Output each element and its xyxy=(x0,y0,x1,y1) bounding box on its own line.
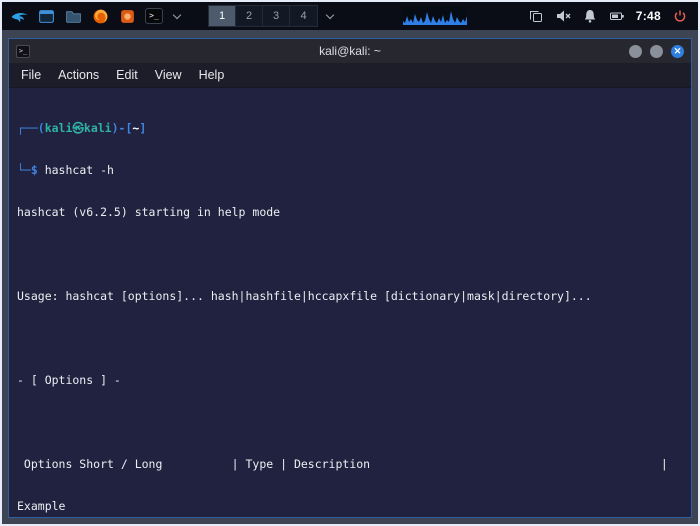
prompt-command: hashcat -h xyxy=(37,163,114,177)
window-controls: ✕ xyxy=(629,44,684,58)
prompt-user: kali㉿kali xyxy=(44,121,112,135)
cpu-graph-widget[interactable] xyxy=(403,6,467,26)
menu-view[interactable]: View xyxy=(155,68,182,82)
terminal-line: hashcat (v6.2.5) starting in help mode xyxy=(17,205,281,219)
workspace-3[interactable]: 3 xyxy=(263,6,290,26)
menu-actions[interactable]: Actions xyxy=(58,68,99,82)
app-orange-launcher[interactable] xyxy=(116,5,138,27)
desktop: >_ 1 2 3 4 7:48 >_ kali@kali: ~ ✕ File A… xyxy=(0,0,700,526)
prompt-frame: ┌──( xyxy=(17,121,45,135)
workspace-4[interactable]: 4 xyxy=(290,6,317,26)
kali-menu-button[interactable] xyxy=(8,5,30,27)
top-panel: >_ 1 2 3 4 7:48 xyxy=(2,2,698,30)
menu-edit[interactable]: Edit xyxy=(116,68,138,82)
prompt-frame: )-[ xyxy=(111,121,133,135)
minimize-button[interactable] xyxy=(629,44,642,58)
menu-file[interactable]: File xyxy=(21,68,41,82)
menu-bar: File Actions Edit View Help xyxy=(9,63,691,88)
app-orange-icon xyxy=(120,9,134,23)
maximize-button[interactable] xyxy=(650,44,663,58)
window-titlebar[interactable]: >_ kali@kali: ~ ✕ xyxy=(9,39,691,63)
terminal-line: Example xyxy=(17,499,66,513)
workspace-dropdown-chevron-icon[interactable] xyxy=(325,10,335,19)
volume-muted-icon[interactable] xyxy=(555,8,571,24)
clipboard-icon[interactable] xyxy=(528,8,544,24)
terminal-icon: >_ xyxy=(145,8,163,24)
window-title: kali@kali: ~ xyxy=(319,44,381,58)
files-launcher[interactable] xyxy=(35,5,57,27)
firefox-icon xyxy=(93,9,107,23)
terminal-output[interactable]: ┌──(kali㉿kali)-[~] └─$ hashcat -h hashca… xyxy=(9,88,691,517)
kali-menu-icon xyxy=(11,12,27,22)
status-tray: 7:48 xyxy=(528,8,692,24)
notifications-bell-icon[interactable] xyxy=(582,8,598,24)
folder-launcher[interactable] xyxy=(62,5,84,27)
terminal-launcher[interactable]: >_ xyxy=(143,5,165,27)
prompt-line-2: └─$ hashcat -h xyxy=(17,163,683,177)
firefox-launcher[interactable] xyxy=(89,5,111,27)
workspace-1[interactable]: 1 xyxy=(209,6,236,26)
workspace-2[interactable]: 2 xyxy=(236,6,263,26)
menu-help[interactable]: Help xyxy=(199,68,225,82)
terminal-line: Options Short / Long | Type | Descriptio… xyxy=(17,457,668,471)
launcher-dropdown-chevron-icon[interactable] xyxy=(172,10,182,19)
prompt-frame: ] xyxy=(139,121,147,135)
terminal-line: Usage: hashcat [options]... hash|hashfil… xyxy=(17,289,592,303)
workspace-switcher: 1 2 3 4 xyxy=(208,5,318,27)
terminal-line: - [ Options ] - xyxy=(17,373,121,387)
power-icon[interactable] xyxy=(672,8,688,24)
battery-icon[interactable] xyxy=(609,8,625,24)
cpu-graph-icon xyxy=(403,7,467,25)
close-button[interactable]: ✕ xyxy=(671,44,684,58)
folder-icon xyxy=(65,10,81,23)
prompt-frame: └─$ xyxy=(17,163,38,177)
prompt-line-1: ┌──(kali㉿kali)-[~] xyxy=(17,121,683,135)
clock[interactable]: 7:48 xyxy=(636,9,661,23)
terminal-window: >_ kali@kali: ~ ✕ File Actions Edit View… xyxy=(8,38,692,518)
window-terminal-icon: >_ xyxy=(16,44,30,58)
files-window-icon xyxy=(38,9,54,23)
